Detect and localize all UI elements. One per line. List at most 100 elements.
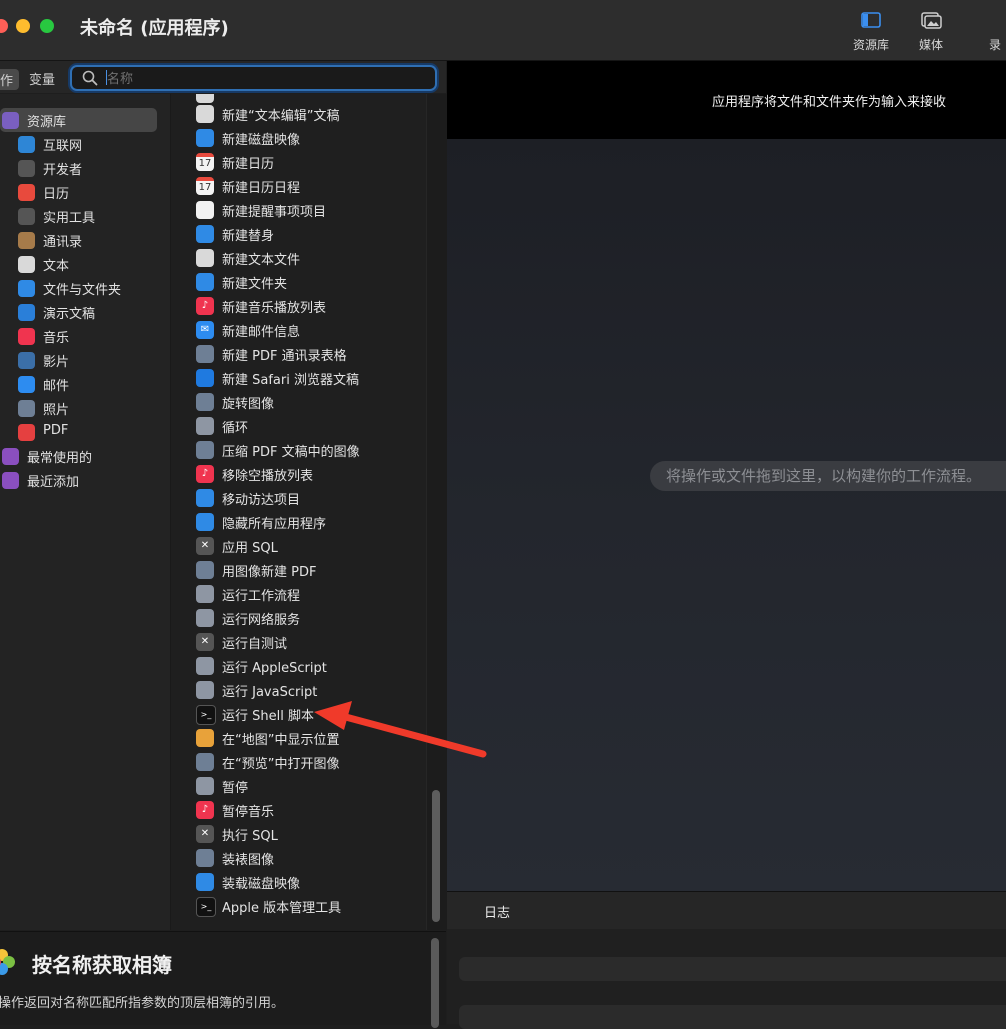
description-title: 按名称获取相簿 bbox=[32, 953, 172, 977]
media-photo-icon bbox=[921, 12, 942, 29]
sidebar-item[interactable]: 演示文稿 bbox=[0, 300, 170, 324]
list-item[interactable]: 新建提醒事项项目 bbox=[171, 198, 426, 222]
finder-icon bbox=[196, 489, 214, 507]
list-item-label: 移动访达项目 bbox=[222, 493, 301, 508]
list-item[interactable]: ✕ 运行自测试 bbox=[171, 630, 426, 654]
list-item[interactable]: ♪ 新建音乐播放列表 bbox=[171, 294, 426, 318]
minimize-window-button[interactable] bbox=[16, 19, 30, 33]
zoom-window-button[interactable] bbox=[40, 19, 54, 33]
tab-variables[interactable]: 变量 bbox=[29, 69, 55, 88]
list-item[interactable]: 装载磁盘映像 bbox=[171, 870, 426, 894]
calendar-icon: 17 bbox=[196, 177, 214, 195]
sidebar-item[interactable]: 实用工具 bbox=[0, 204, 170, 228]
sidebar-item[interactable]: 最近添加 bbox=[0, 468, 170, 492]
workflow-canvas[interactable]: 将操作或文件拖到这里，以构建你的工作流程。 bbox=[447, 139, 1006, 891]
list-item-label: 应用 SQL bbox=[222, 541, 278, 556]
music-icon: ♪ bbox=[196, 465, 214, 483]
globe-icon bbox=[18, 136, 35, 153]
list-item[interactable]: 压缩 PDF 文稿中的图像 bbox=[171, 438, 426, 462]
list-item[interactable]: 17 新建日历日程 bbox=[171, 174, 426, 198]
workflow-input-text: 应用程序将文件和文件夹作为输入来接收 bbox=[712, 95, 947, 110]
list-item[interactable]: 装裱图像 bbox=[171, 846, 426, 870]
photos-icon bbox=[196, 729, 214, 747]
automator-icon bbox=[196, 777, 214, 795]
list-item[interactable]: 新建磁盘映像 bbox=[171, 126, 426, 150]
list-item[interactable]: ✕ 执行 SQL bbox=[171, 822, 426, 846]
automator-icon bbox=[196, 417, 214, 435]
media-toolbar-button[interactable]: 媒体 bbox=[901, 8, 961, 56]
sidebar-item-label: 实用工具 bbox=[43, 211, 96, 226]
description-scrollbar[interactable] bbox=[431, 938, 439, 1028]
list-item[interactable]: 运行 AppleScript bbox=[171, 654, 426, 678]
log-header[interactable]: 日志 bbox=[447, 891, 1006, 930]
finder-icon bbox=[196, 129, 214, 147]
list-item-label: 暂停 bbox=[222, 781, 249, 796]
sidebar-item-label: 开发者 bbox=[43, 163, 83, 178]
sidebar-item[interactable]: 通讯录 bbox=[0, 228, 170, 252]
record-toolbar-button[interactable]: 录 bbox=[980, 8, 1006, 56]
sidebar-item[interactable]: 最常使用的 bbox=[0, 444, 170, 468]
sidebar-item[interactable]: 邮件 bbox=[0, 372, 170, 396]
sidebar-item[interactable]: 文本 bbox=[0, 252, 170, 276]
search-input[interactable] bbox=[105, 68, 429, 90]
automator-icon bbox=[196, 681, 214, 699]
list-item[interactable]: 运行工作流程 bbox=[171, 582, 426, 606]
list-item[interactable]: ♪ 暂停音乐 bbox=[171, 798, 426, 822]
record-toolbar-label: 录 bbox=[989, 38, 1002, 52]
reminders-icon bbox=[196, 201, 214, 219]
list-item[interactable]: 新建“文本编辑”文稿 bbox=[171, 102, 426, 126]
list-item[interactable]: ✕ 应用 SQL bbox=[171, 534, 426, 558]
text-edit-icon bbox=[196, 249, 214, 267]
developer-tools-icon: ✕ bbox=[196, 537, 214, 555]
action-list-scrollbar[interactable] bbox=[426, 94, 447, 930]
sidebar-item[interactable]: 资源库 bbox=[0, 108, 157, 132]
keynote-icon bbox=[18, 304, 35, 321]
sidebar-item[interactable]: 文件与文件夹 bbox=[0, 276, 170, 300]
list-item[interactable]: 17 新建日历 bbox=[171, 150, 426, 174]
list-item[interactable]: 新建替身 bbox=[171, 222, 426, 246]
folder-purple-icon bbox=[2, 472, 19, 489]
sidebar-item[interactable]: 音乐 bbox=[0, 324, 170, 348]
scrollbar-thumb[interactable] bbox=[432, 790, 440, 922]
tab-actions[interactable]: 作 bbox=[0, 69, 20, 90]
list-item-label: 新建日历日程 bbox=[222, 181, 301, 196]
sidebar-item[interactable]: 照片 bbox=[0, 396, 170, 420]
list-item[interactable]: ♪ 移除空播放列表 bbox=[171, 462, 426, 486]
library-toolbar-label: 资源库 bbox=[852, 38, 889, 52]
list-item-label: 新建磁盘映像 bbox=[222, 133, 301, 148]
sidebar-item[interactable]: 影片 bbox=[0, 348, 170, 372]
list-item-label: 运行自测试 bbox=[222, 637, 288, 652]
list-item[interactable]: 隐藏所有应用程序 bbox=[171, 510, 426, 534]
sidebar-item[interactable]: 日历 bbox=[0, 180, 170, 204]
list-item-label: 旋转图像 bbox=[222, 397, 275, 412]
library-toolbar-button[interactable]: 资源库 bbox=[841, 8, 901, 56]
list-item[interactable]: 新建文件夹 bbox=[171, 270, 426, 294]
list-item[interactable]: 运行 JavaScript bbox=[171, 678, 426, 702]
record-icon bbox=[999, 10, 1006, 30]
list-item[interactable]: >_ Apple 版本管理工具 bbox=[171, 894, 426, 918]
log-area bbox=[447, 929, 1006, 1029]
list-item[interactable]: ✉ 新建邮件信息 bbox=[171, 318, 426, 342]
pdf-icon bbox=[18, 424, 35, 441]
list-item-label: 执行 SQL bbox=[222, 829, 278, 844]
list-item[interactable]: 旋转图像 bbox=[171, 390, 426, 414]
list-item[interactable]: 循环 bbox=[171, 414, 426, 438]
sidebar-item[interactable]: PDF bbox=[0, 420, 170, 444]
list-item[interactable]: 新建 PDF 通讯录表格 bbox=[171, 342, 426, 366]
list-item[interactable]: 暂停 bbox=[171, 774, 426, 798]
search-field[interactable] bbox=[70, 65, 437, 91]
list-item[interactable]: 用图像新建 PDF bbox=[171, 558, 426, 582]
library-sidebar-icon bbox=[861, 12, 881, 28]
list-item[interactable]: 新建 Safari 浏览器文稿 bbox=[171, 366, 426, 390]
list-item[interactable]: 运行网络服务 bbox=[171, 606, 426, 630]
sidebar-item-label: 文件与文件夹 bbox=[43, 283, 122, 298]
text-edit-icon bbox=[196, 105, 214, 123]
sidebar-item[interactable]: 开发者 bbox=[0, 156, 170, 180]
list-item[interactable]: 移动访达项目 bbox=[171, 486, 426, 510]
sidebar-item[interactable]: 互联网 bbox=[0, 132, 170, 156]
close-window-button[interactable] bbox=[0, 19, 8, 33]
photos-icon bbox=[0, 949, 15, 975]
finder-icon bbox=[196, 873, 214, 891]
list-item[interactable]: 新建文本文件 bbox=[171, 246, 426, 270]
developer-tools-icon: ✕ bbox=[196, 633, 214, 651]
